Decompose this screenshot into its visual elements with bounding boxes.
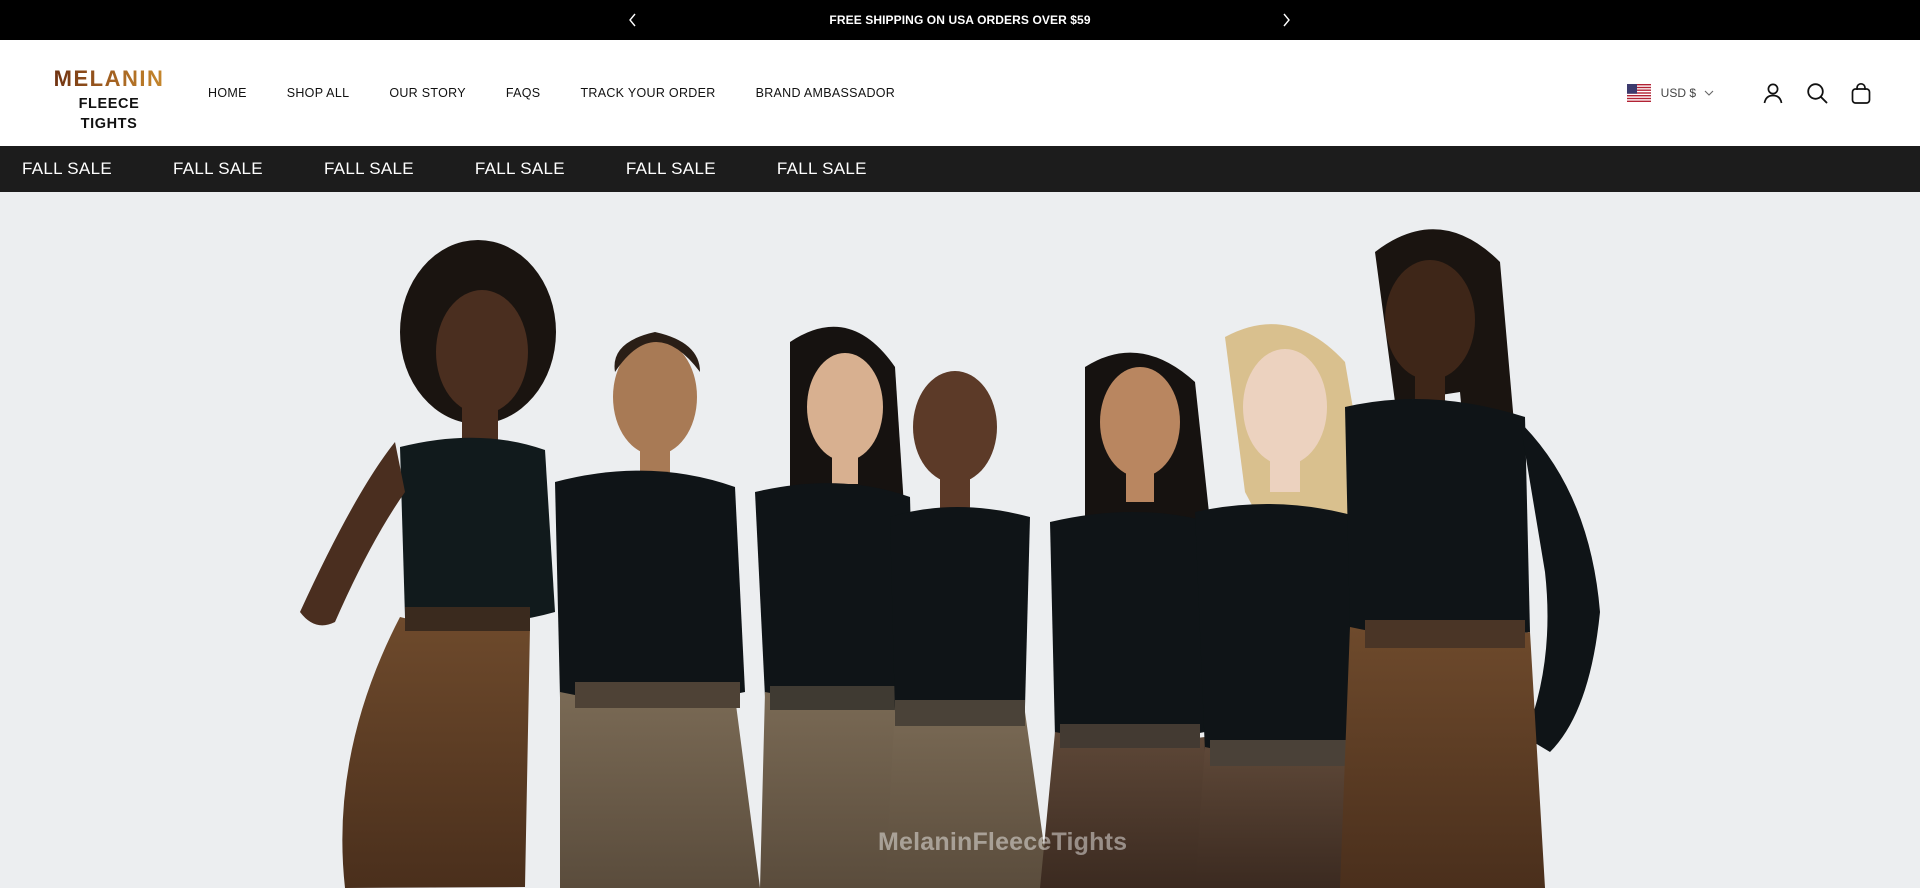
chevron-right-icon[interactable] (1274, 8, 1298, 32)
sale-marquee: FALL SALE FALL SALE FALL SALE FALL SALE … (0, 146, 1920, 192)
marquee-item: FALL SALE (625, 159, 716, 178)
shopping-bag-icon[interactable] (1848, 80, 1874, 106)
nav-item-home[interactable]: HOME (208, 86, 247, 100)
model-figure (1040, 352, 1215, 888)
main-nav: HOME SHOP ALL OUR STORY FAQS TRACK YOUR … (208, 86, 935, 100)
nav-item-track-order[interactable]: TRACK YOUR ORDER (580, 86, 715, 100)
nav-item-our-story[interactable]: OUR STORY (389, 86, 466, 100)
announcement-text: FREE SHIPPING ON USA ORDERS OVER $59 (829, 13, 1091, 27)
marquee-item: FALL SALE (323, 159, 414, 178)
model-figure (300, 240, 556, 888)
logo-wordmark-top: MELANIN (50, 66, 168, 92)
announcement-bar: FREE SHIPPING ON USA ORDERS OVER $59 (0, 0, 1920, 40)
hero-image (300, 229, 1600, 888)
chevron-down-icon (1704, 90, 1714, 96)
header-actions: USD $ (1626, 80, 1874, 106)
chevron-left-icon[interactable] (621, 8, 645, 32)
hero-watermark: MelaninFleeceTights (878, 828, 1128, 856)
us-flag-icon (1626, 84, 1651, 102)
logo-wordmark-bottom: FLEECE TIGHTS (78, 96, 140, 132)
nav-item-shop-all[interactable]: SHOP ALL (287, 86, 350, 100)
currency-label: USD $ (1660, 86, 1696, 100)
search-icon[interactable] (1804, 80, 1830, 106)
account-icon[interactable] (1760, 80, 1786, 106)
brand-logo[interactable]: MELANIN FLEECE TIGHTS (50, 66, 168, 132)
model-figure (555, 332, 760, 888)
hero-banner[interactable]: MelaninFleeceTights (0, 192, 1920, 888)
marquee-item: FALL SALE (22, 159, 112, 178)
marquee-item: FALL SALE (474, 159, 565, 178)
model-figure (1340, 229, 1600, 888)
marquee-item: FALL SALE (172, 159, 263, 178)
model-figure (885, 371, 1050, 888)
marquee-item: FALL SALE (776, 159, 867, 178)
nav-item-faqs[interactable]: FAQS (506, 86, 541, 100)
nav-item-brand-ambassador[interactable]: BRAND AMBASSADOR (756, 86, 896, 100)
currency-selector[interactable]: USD $ (1626, 84, 1714, 102)
site-header: MELANIN FLEECE TIGHTS HOME SHOP ALL OUR … (0, 40, 1920, 146)
